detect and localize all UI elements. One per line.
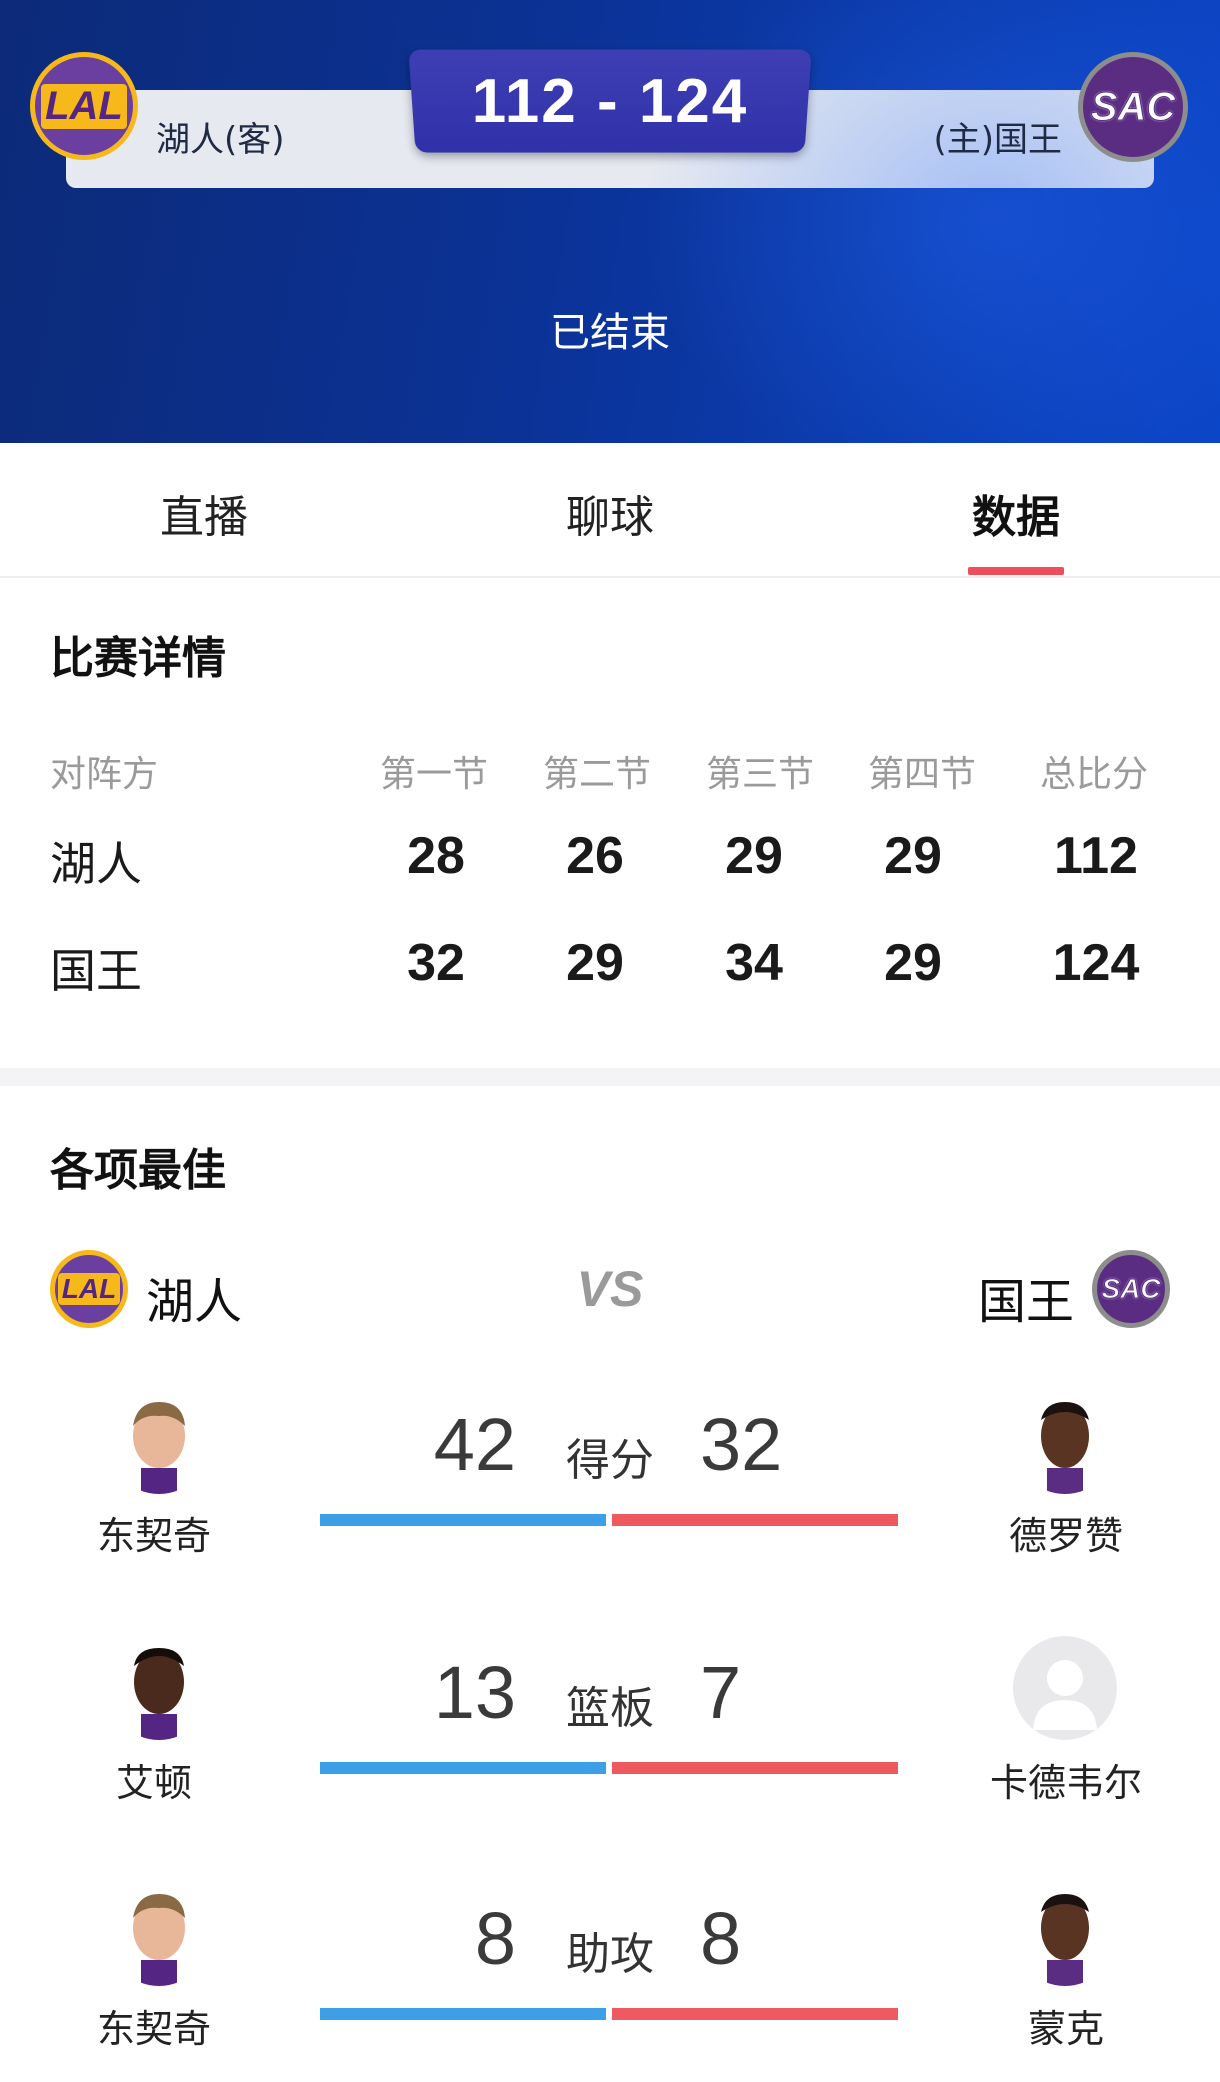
default-avatar-icon[interactable] xyxy=(1013,1636,1117,1740)
final-score: 112 - 124 xyxy=(471,67,749,136)
left-player-name: 东契奇 xyxy=(96,1514,211,1558)
left-player-name: 艾顿 xyxy=(115,1761,192,1805)
left-stat-value: 13 xyxy=(433,1651,516,1734)
row-team-kings: 国王 xyxy=(50,944,142,998)
stat-label-points: 得分 xyxy=(566,1435,654,1486)
tab-live[interactable]: 直播 xyxy=(84,481,324,545)
left-stat-bar xyxy=(320,1762,606,1774)
game-header: 112 - 124 LAL 湖人(客) (主)国王 SAC 已结束 xyxy=(0,0,1220,443)
header-q2: 第二节 xyxy=(543,754,652,795)
section-divider xyxy=(0,1068,1220,1086)
lakers-q1: 28 xyxy=(407,827,465,885)
away-team-name[interactable]: 湖人(客) xyxy=(156,112,285,161)
active-tab-indicator xyxy=(968,567,1064,575)
kings-q2: 29 xyxy=(566,934,624,992)
row-team-lakers: 湖人 xyxy=(50,837,142,891)
vs-label: VS xyxy=(576,1261,644,1317)
tab-data[interactable]: 数据 xyxy=(896,481,1136,545)
left-stat-bar xyxy=(320,1514,606,1526)
left-stat-value: 8 xyxy=(474,1897,516,1980)
left-stat-bar xyxy=(320,2008,606,2020)
header-total: 总比分 xyxy=(1040,754,1149,795)
header-q4: 第四节 xyxy=(868,754,977,795)
kings-q3: 34 xyxy=(725,934,783,992)
leaders-right-team: 国王 xyxy=(978,1274,1075,1330)
leaders-title: 各项最佳 xyxy=(50,1145,226,1196)
right-stat-value: 32 xyxy=(700,1403,783,1486)
right-stat-bar xyxy=(612,1514,898,1526)
lakers-q2: 26 xyxy=(566,827,624,885)
kings-logo-icon[interactable]: SAC xyxy=(1078,52,1188,162)
player-face-icon xyxy=(107,1390,211,1494)
stat-label-assists: 助攻 xyxy=(566,1929,654,1980)
tab-chat[interactable]: 聊球 xyxy=(490,481,730,545)
header-q1: 第一节 xyxy=(380,754,489,795)
lakers-q3: 29 xyxy=(725,827,783,885)
right-stat-value: 7 xyxy=(700,1651,742,1734)
player-avatar-icon[interactable] xyxy=(107,1882,211,1986)
home-team-name[interactable]: (主)国王 xyxy=(933,112,1062,161)
player-face-icon xyxy=(1013,1882,1117,1986)
kings-q1: 32 xyxy=(407,934,465,992)
stat-label-rebounds: 篮板 xyxy=(566,1683,654,1734)
header-q3: 第三节 xyxy=(706,754,815,795)
kings-q4: 29 xyxy=(884,934,942,992)
game-status: 已结束 xyxy=(550,310,670,356)
lakers-total: 112 xyxy=(1054,827,1138,885)
player-face-icon xyxy=(107,1882,211,1986)
kings-logo-icon: SAC xyxy=(1092,1250,1170,1328)
person-placeholder-icon xyxy=(1013,1636,1117,1740)
player-face-icon xyxy=(107,1636,211,1740)
player-avatar-icon[interactable] xyxy=(107,1636,211,1740)
lakers-q4: 29 xyxy=(884,827,942,885)
lakers-logo-icon[interactable]: LAL xyxy=(30,52,138,160)
kings-total: 124 xyxy=(1052,934,1140,992)
header-matchup: 对阵方 xyxy=(50,754,159,795)
right-stat-bar xyxy=(612,2008,898,2020)
player-face-icon xyxy=(1013,1390,1117,1494)
match-details-title: 比赛详情 xyxy=(50,633,226,684)
left-stat-value: 42 xyxy=(433,1403,516,1486)
tab-bar: 直播 聊球 数据 xyxy=(0,443,1220,578)
lakers-logo-icon: LAL xyxy=(50,1250,128,1328)
right-stat-bar xyxy=(612,1762,898,1774)
player-avatar-icon[interactable] xyxy=(1013,1882,1117,1986)
right-player-name: 蒙克 xyxy=(1027,2007,1104,2051)
player-avatar-icon[interactable] xyxy=(107,1390,211,1494)
right-player-name: 卡德韦尔 xyxy=(989,1761,1142,1805)
left-player-name: 东契奇 xyxy=(96,2007,211,2051)
right-player-name: 德罗赞 xyxy=(1008,1514,1123,1558)
leaders-left-team: 湖人 xyxy=(146,1274,243,1330)
right-stat-value: 8 xyxy=(700,1897,742,1980)
player-avatar-icon[interactable] xyxy=(1013,1390,1117,1494)
